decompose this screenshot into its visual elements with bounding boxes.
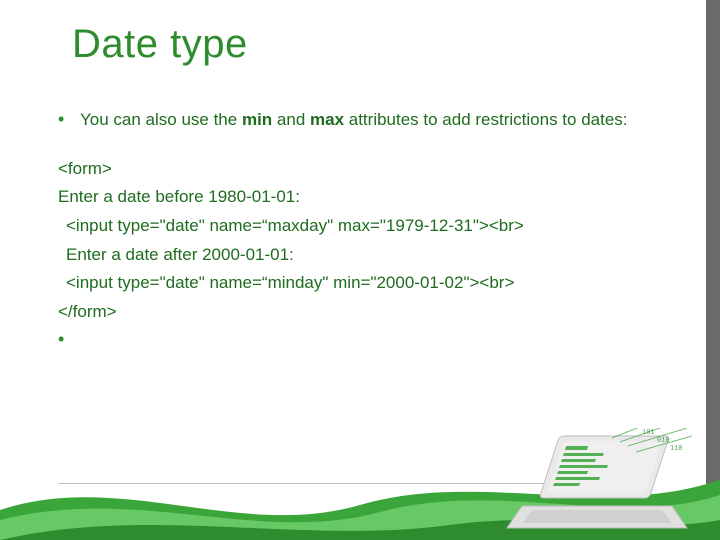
- bullet-text-1: You can also use the min and max attribu…: [80, 108, 660, 133]
- t: You can also use the: [80, 110, 242, 129]
- svg-text:101: 101: [642, 429, 655, 437]
- bullet-icon: •: [58, 108, 80, 131]
- code-form-open: <form>: [58, 157, 660, 182]
- slide: Date type • You can also use the min and…: [0, 0, 720, 540]
- code-input-2: <input type="date" name=“minday" min="20…: [58, 271, 660, 296]
- svg-text:010: 010: [657, 437, 670, 445]
- code-input-1: <input type="date" name=“maxday" max="19…: [58, 214, 660, 239]
- slide-body: • You can also use the min and max attri…: [58, 108, 660, 366]
- kw-max: max: [310, 110, 344, 129]
- code-label-2: Enter a date after 2000-01-01:: [58, 243, 660, 268]
- code-label-1: Enter a date before 1980-01-01:: [58, 185, 660, 210]
- bullet-icon: •: [58, 328, 80, 351]
- laptop-graphic: 101 010 110: [502, 428, 692, 538]
- svg-text:110: 110: [670, 445, 683, 453]
- code-form-close: </form>: [58, 300, 660, 325]
- t: attributes to add restrictions to dates:: [344, 110, 627, 129]
- t: and: [272, 110, 310, 129]
- slide-title: Date type: [72, 22, 248, 67]
- laptop-icon: 101 010 110: [502, 428, 692, 538]
- bullet-item-1: • You can also use the min and max attri…: [58, 108, 660, 133]
- kw-min: min: [242, 110, 272, 129]
- bullet-item-2: •: [58, 328, 660, 351]
